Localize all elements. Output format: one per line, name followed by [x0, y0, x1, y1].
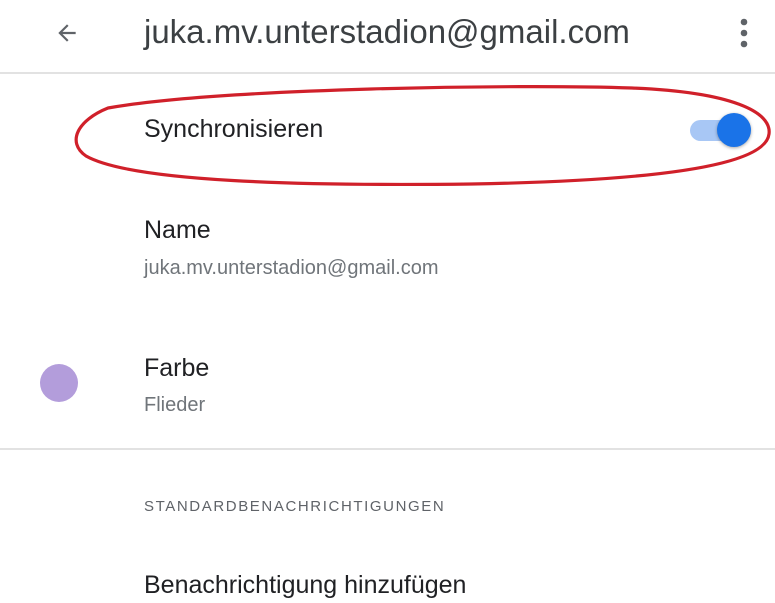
- name-value: juka.mv.unterstadion@gmail.com: [144, 257, 439, 279]
- color-row[interactable]: [0, 340, 775, 430]
- section-divider: [0, 448, 775, 450]
- back-button[interactable]: [44, 10, 90, 56]
- more-vert-icon: [740, 18, 748, 48]
- page-title: juka.mv.unterstadion@gmail.com: [144, 13, 630, 50]
- sync-row[interactable]: [0, 88, 775, 176]
- arrow-back-icon: [58, 24, 76, 42]
- app-bar-divider: [0, 72, 775, 74]
- app-bar: juka.mv.unterstadion@gmail.com: [0, 0, 775, 68]
- sync-toggle-thumb: [717, 113, 751, 147]
- color-value: Flieder: [144, 394, 206, 416]
- color-swatch: [40, 364, 78, 402]
- sync-label: Synchronisieren: [144, 115, 324, 143]
- name-row[interactable]: [0, 200, 775, 300]
- more-options-button[interactable]: [722, 10, 766, 56]
- notifications-section-header: STANDARDBENACHRICHTIGUNGEN: [144, 498, 446, 515]
- add-notification-label: Benachrichtigung hinzufügen: [144, 571, 467, 599]
- color-label: Farbe: [144, 354, 210, 382]
- sync-toggle[interactable]: [690, 113, 751, 147]
- name-label: Name: [144, 216, 211, 244]
